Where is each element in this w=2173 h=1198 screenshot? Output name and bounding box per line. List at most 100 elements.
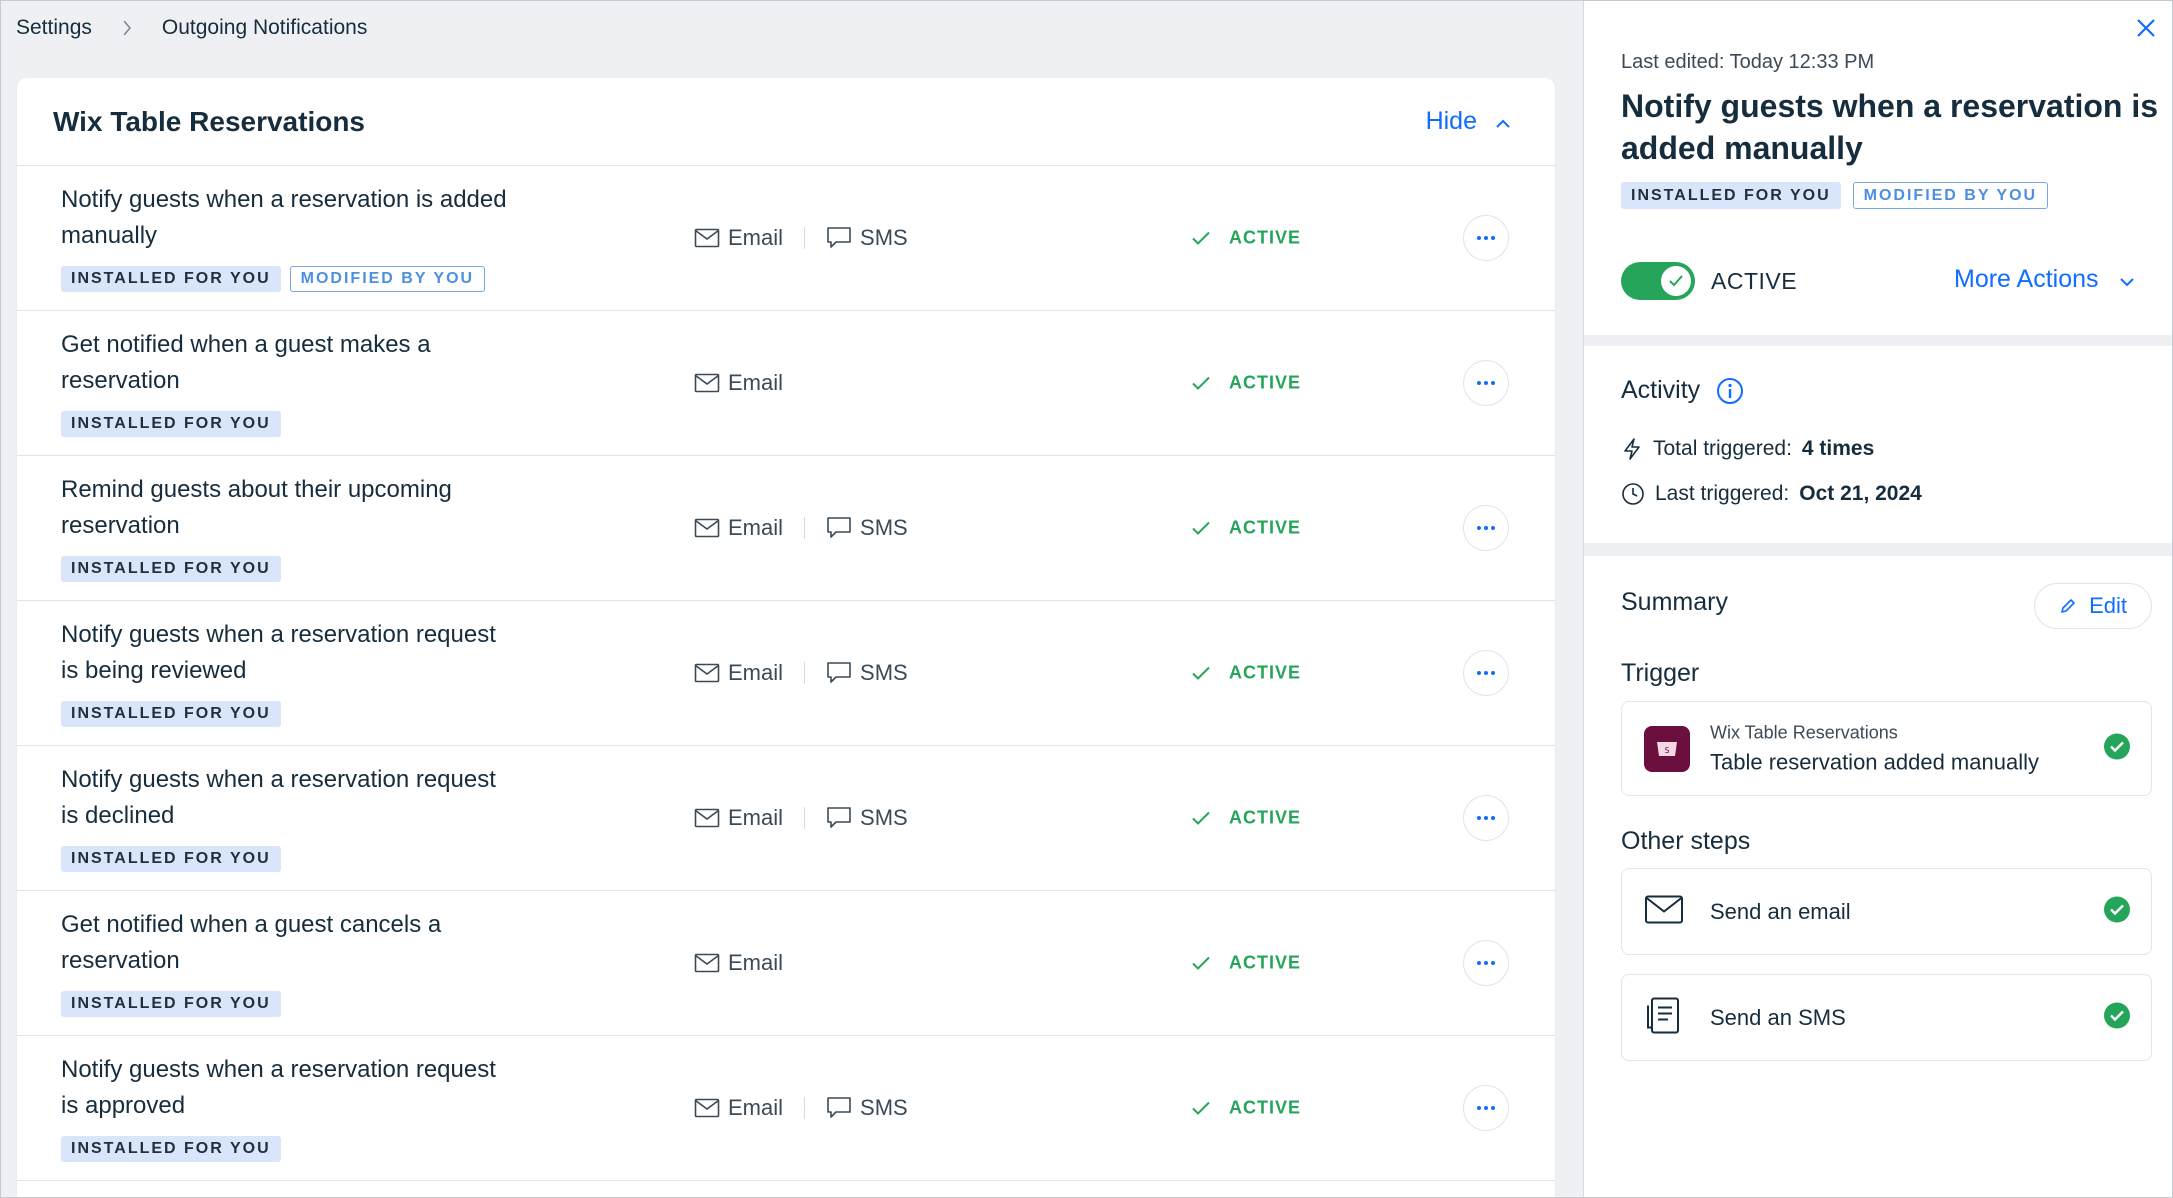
check-icon (1191, 665, 1211, 681)
info-icon[interactable] (1716, 377, 1744, 405)
more-actions-label: More Actions (1954, 265, 2099, 293)
status-label: ACTIVE (1229, 372, 1302, 393)
check-icon (1191, 1100, 1211, 1116)
row-channels: Email SMS (694, 660, 908, 686)
row-more-button[interactable] (1463, 360, 1509, 406)
card-title: Wix Table Reservations (53, 105, 366, 137)
row-more-button[interactable] (1463, 215, 1509, 261)
lightning-icon (1621, 437, 1643, 461)
breadcrumb-current: Outgoing Notifications (161, 16, 368, 39)
installed-badge: INSTALLED FOR YOU (61, 701, 281, 727)
trigger-card[interactable]: S Wix Table Reservations Table reservati… (1621, 701, 2152, 796)
row-more-button[interactable] (1463, 795, 1509, 841)
modified-badge: MODIFIED BY YOU (289, 266, 486, 292)
envelope-icon (694, 228, 720, 248)
check-circle-icon (2103, 732, 2131, 765)
notification-row[interactable]: Remind guests about their upcoming reser… (17, 456, 1555, 601)
envelope-icon (694, 373, 720, 393)
channel-label: SMS (860, 660, 908, 685)
window: Settings Outgoing Notifications Wix Tabl… (0, 0, 2173, 1198)
channel-label: Email (728, 1095, 784, 1120)
trigger-text: Wix Table Reservations Table reservation… (1710, 722, 2039, 775)
notification-title[interactable]: Get notified when a guest makes a reserv… (61, 327, 511, 399)
channel-divider (804, 1097, 806, 1119)
status-indicator: ACTIVE (1191, 518, 1301, 539)
row-badges: INSTALLED FOR YOU (61, 846, 281, 872)
status-label: ACTIVE (1229, 227, 1302, 248)
toggle-label: ACTIVE (1711, 268, 1798, 294)
notification-title[interactable]: Notify guests when a reservation request… (61, 617, 511, 689)
modified-badge: MODIFIED BY YOU (1852, 182, 2049, 209)
step-send-sms[interactable]: Send an SMS (1621, 974, 2152, 1061)
envelope-icon (1644, 894, 1684, 929)
edit-label: Edit (2089, 593, 2127, 618)
edit-button[interactable]: Edit (2034, 583, 2152, 629)
notification-row[interactable]: Notify guests when a reservation request… (17, 1036, 1555, 1181)
channel-email: Email (694, 950, 783, 976)
check-icon (1191, 810, 1211, 826)
trigger-app-icon: S (1644, 725, 1690, 772)
notification-title[interactable]: Notify guests when a reservation request… (61, 762, 511, 834)
more-dots-icon (1476, 380, 1496, 386)
hide-button[interactable]: Hide (1426, 107, 1511, 136)
envelope-icon (694, 953, 720, 973)
installed-badge: INSTALLED FOR YOU (61, 1136, 281, 1162)
row-more-button[interactable] (1463, 505, 1509, 551)
notification-row[interactable]: Notify guests when a reservation request… (17, 601, 1555, 746)
last-triggered-label: Last triggered: (1655, 482, 1790, 505)
row-badges: INSTALLED FOR YOU (61, 991, 281, 1017)
details-panel: Last edited: Today 12:33 PM Notify guest… (1583, 1, 2172, 1197)
more-dots-icon (1476, 235, 1496, 241)
status-label: ACTIVE (1229, 952, 1302, 973)
notification-title[interactable]: Get notified when a guest cancels a rese… (61, 907, 511, 979)
activity-heading: Activity (1621, 376, 1744, 405)
check-circle-icon (2103, 895, 2131, 928)
status-label: ACTIVE (1229, 807, 1302, 828)
last-triggered: Last triggered: Oct 21, 2024 (1621, 482, 1922, 506)
notification-row[interactable]: Notify guests when a reservation request… (17, 746, 1555, 891)
activity-title: Activity (1621, 376, 1701, 404)
row-more-button[interactable] (1463, 940, 1509, 986)
channel-email: Email (694, 515, 783, 541)
status-label: ACTIVE (1229, 662, 1302, 683)
channel-sms: SMS (826, 225, 908, 251)
panel-header-section: Last edited: Today 12:33 PM Notify guest… (1584, 1, 2172, 335)
channel-divider (804, 517, 806, 539)
channel-label: SMS (860, 805, 908, 830)
row-channels: Email SMS (694, 515, 908, 541)
trigger-app-name: Wix Table Reservations (1710, 722, 1898, 742)
notification-title[interactable]: Remind guests about their upcoming reser… (61, 472, 511, 544)
row-channels: Email SMS (694, 225, 908, 251)
activity-section: Activity Total triggered: 4 times Last t… (1584, 346, 2172, 543)
row-channels: Email (694, 950, 783, 976)
notification-row[interactable]: Get notified when a guest makes a reserv… (17, 311, 1555, 456)
step-sms-text: Send an SMS (1710, 1005, 1846, 1031)
active-toggle[interactable] (1621, 262, 1695, 300)
breadcrumb-settings[interactable]: Settings (16, 16, 92, 40)
channel-label: Email (728, 370, 784, 395)
step-sms-label: Send an SMS (1710, 1004, 1846, 1030)
channel-label: Email (728, 515, 784, 540)
close-icon[interactable] (2133, 15, 2159, 41)
row-badges: INSTALLED FOR YOU (61, 411, 281, 437)
notification-row[interactable]: Get notified when a guest cancels a rese… (17, 891, 1555, 1036)
notification-title[interactable]: Notify guests when a reservation request… (61, 1052, 511, 1124)
more-dots-icon (1476, 670, 1496, 676)
envelope-icon (694, 1098, 720, 1118)
row-more-button[interactable] (1463, 1085, 1509, 1131)
channel-sms: SMS (826, 515, 908, 541)
notification-title[interactable]: Notify guests when a reservation is adde… (61, 182, 511, 254)
step-send-email[interactable]: Send an email (1621, 868, 2152, 955)
row-more-button[interactable] (1463, 650, 1509, 696)
breadcrumb: Settings Outgoing Notifications (16, 13, 367, 43)
row-channels: Email SMS (694, 1095, 908, 1121)
more-dots-icon (1476, 815, 1496, 821)
notification-row[interactable]: Notify guests when a reservation is adde… (17, 166, 1555, 311)
status-indicator: ACTIVE (1191, 228, 1301, 249)
more-actions-button[interactable]: More Actions (1954, 265, 2135, 294)
total-triggered-value: 4 times (1801, 437, 1875, 460)
status-indicator: ACTIVE (1191, 1098, 1301, 1119)
envelope-icon (694, 808, 720, 828)
summary-section: Summary Edit Trigger S Wix Table Reserva… (1584, 556, 2172, 1197)
channel-sms: SMS (826, 660, 908, 686)
